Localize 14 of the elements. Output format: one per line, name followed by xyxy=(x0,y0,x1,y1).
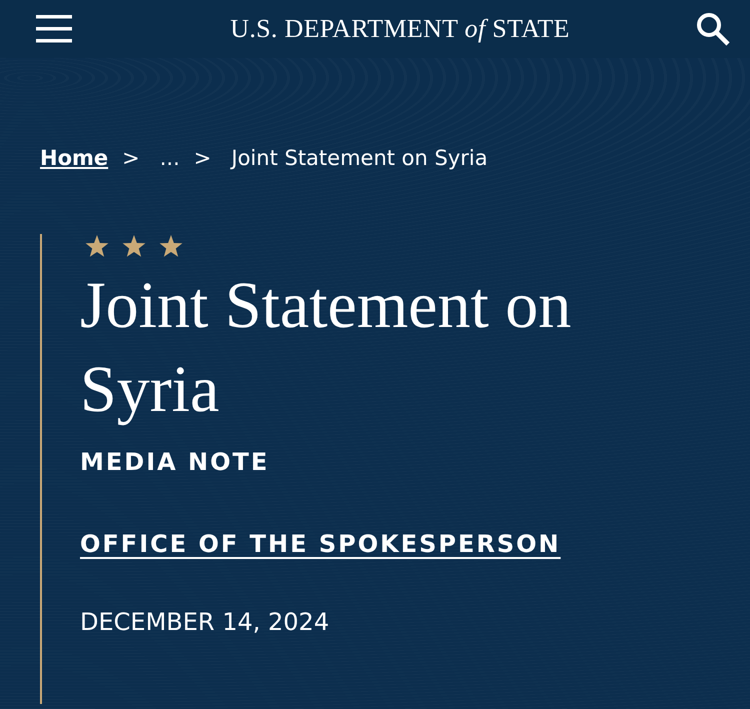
breadcrumb-item: Joint Statement on Syria xyxy=(231,146,488,170)
breadcrumb-separator: > xyxy=(122,146,140,170)
search-button[interactable] xyxy=(696,12,730,46)
office-link[interactable]: OFFICE OF THE SPOKESPERSON xyxy=(80,530,561,558)
breadcrumb-link[interactable]: Home xyxy=(40,146,108,170)
breadcrumb-item: ... xyxy=(160,146,180,170)
breadcrumb-separator: > xyxy=(194,146,212,170)
site-logo[interactable]: U.S. DEPARTMENT of STATE xyxy=(230,14,570,44)
article-title: Joint Statement on Syria xyxy=(80,268,572,428)
article-type: MEDIA NOTE xyxy=(80,448,270,476)
article-date: DECEMBER 14, 2024 xyxy=(80,608,330,636)
menu-icon xyxy=(36,14,74,44)
search-icon xyxy=(696,12,730,46)
menu-button[interactable] xyxy=(36,14,74,44)
